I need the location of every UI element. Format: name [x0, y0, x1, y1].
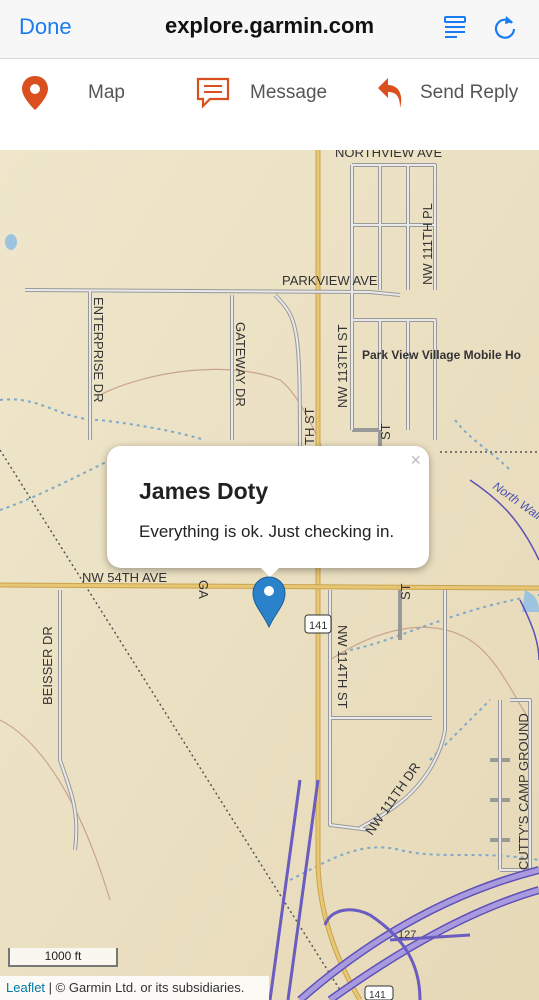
message-action[interactable]: Message	[196, 73, 327, 113]
road-label-nw111pl: NW 111TH PL	[420, 203, 435, 285]
message-icon	[196, 77, 230, 109]
road-label-st: ST	[378, 423, 393, 440]
road-label-st2: ST	[398, 583, 413, 600]
leaflet-link[interactable]: Leaflet	[6, 980, 45, 995]
road-label-ga: GA	[196, 580, 211, 599]
road-label-enterprise: ENTERPRISE DR	[91, 297, 106, 402]
map-scale: 1000 ft	[8, 948, 118, 967]
reload-icon[interactable]	[492, 14, 518, 40]
map-pin-icon	[22, 76, 48, 110]
map-attribution: Leaflet | © Garmin Ltd. or its subsidiar…	[0, 976, 269, 1000]
road-label-nw114: NW 114TH ST	[335, 625, 350, 709]
road-label-northview: NORTHVIEW AVE	[335, 150, 442, 160]
message-popup: × James Doty Everything is ok. Just chec…	[107, 446, 429, 568]
map-action-label: Map	[88, 82, 125, 103]
popup-close-icon[interactable]: ×	[410, 450, 421, 471]
shield-label-141b: 141	[369, 990, 386, 1000]
road-label-th-st: TH ST	[302, 407, 317, 445]
shield-label-141: 141	[309, 620, 327, 632]
send-reply-action[interactable]: Send Reply	[376, 73, 518, 113]
label-cuttys-camp: CUTTY'S CAMP GROUND	[516, 713, 531, 870]
road-label-nw54: NW 54TH AVE	[82, 570, 167, 585]
road-label-parkview: PARKVIEW AVE	[282, 273, 378, 288]
label-127: 127	[398, 929, 416, 941]
popup-sender-name: James Doty	[139, 478, 269, 504]
list-icon[interactable]	[442, 14, 468, 40]
send-reply-label: Send Reply	[420, 82, 519, 103]
label-park-view-village: Park View Village Mobile Ho	[362, 348, 521, 362]
road-label-nw113: NW 113TH ST	[335, 324, 350, 408]
road-label-beisser: BEISSER DR	[40, 626, 55, 705]
browser-toolbar: Done explore.garmin.com	[0, 0, 539, 59]
popup-message-text: Everything is ok. Just checking in.	[139, 522, 395, 541]
attribution-text: | © Garmin Ltd. or its subsidiaries.	[45, 980, 245, 995]
map-action[interactable]: Map	[20, 73, 125, 113]
message-action-label: Message	[250, 82, 328, 103]
road-label-gateway: GATEWAY DR	[233, 322, 248, 407]
reply-arrow-icon	[378, 78, 402, 108]
action-bar: Map Message Send Reply	[0, 59, 539, 150]
popup-tip	[256, 563, 284, 577]
